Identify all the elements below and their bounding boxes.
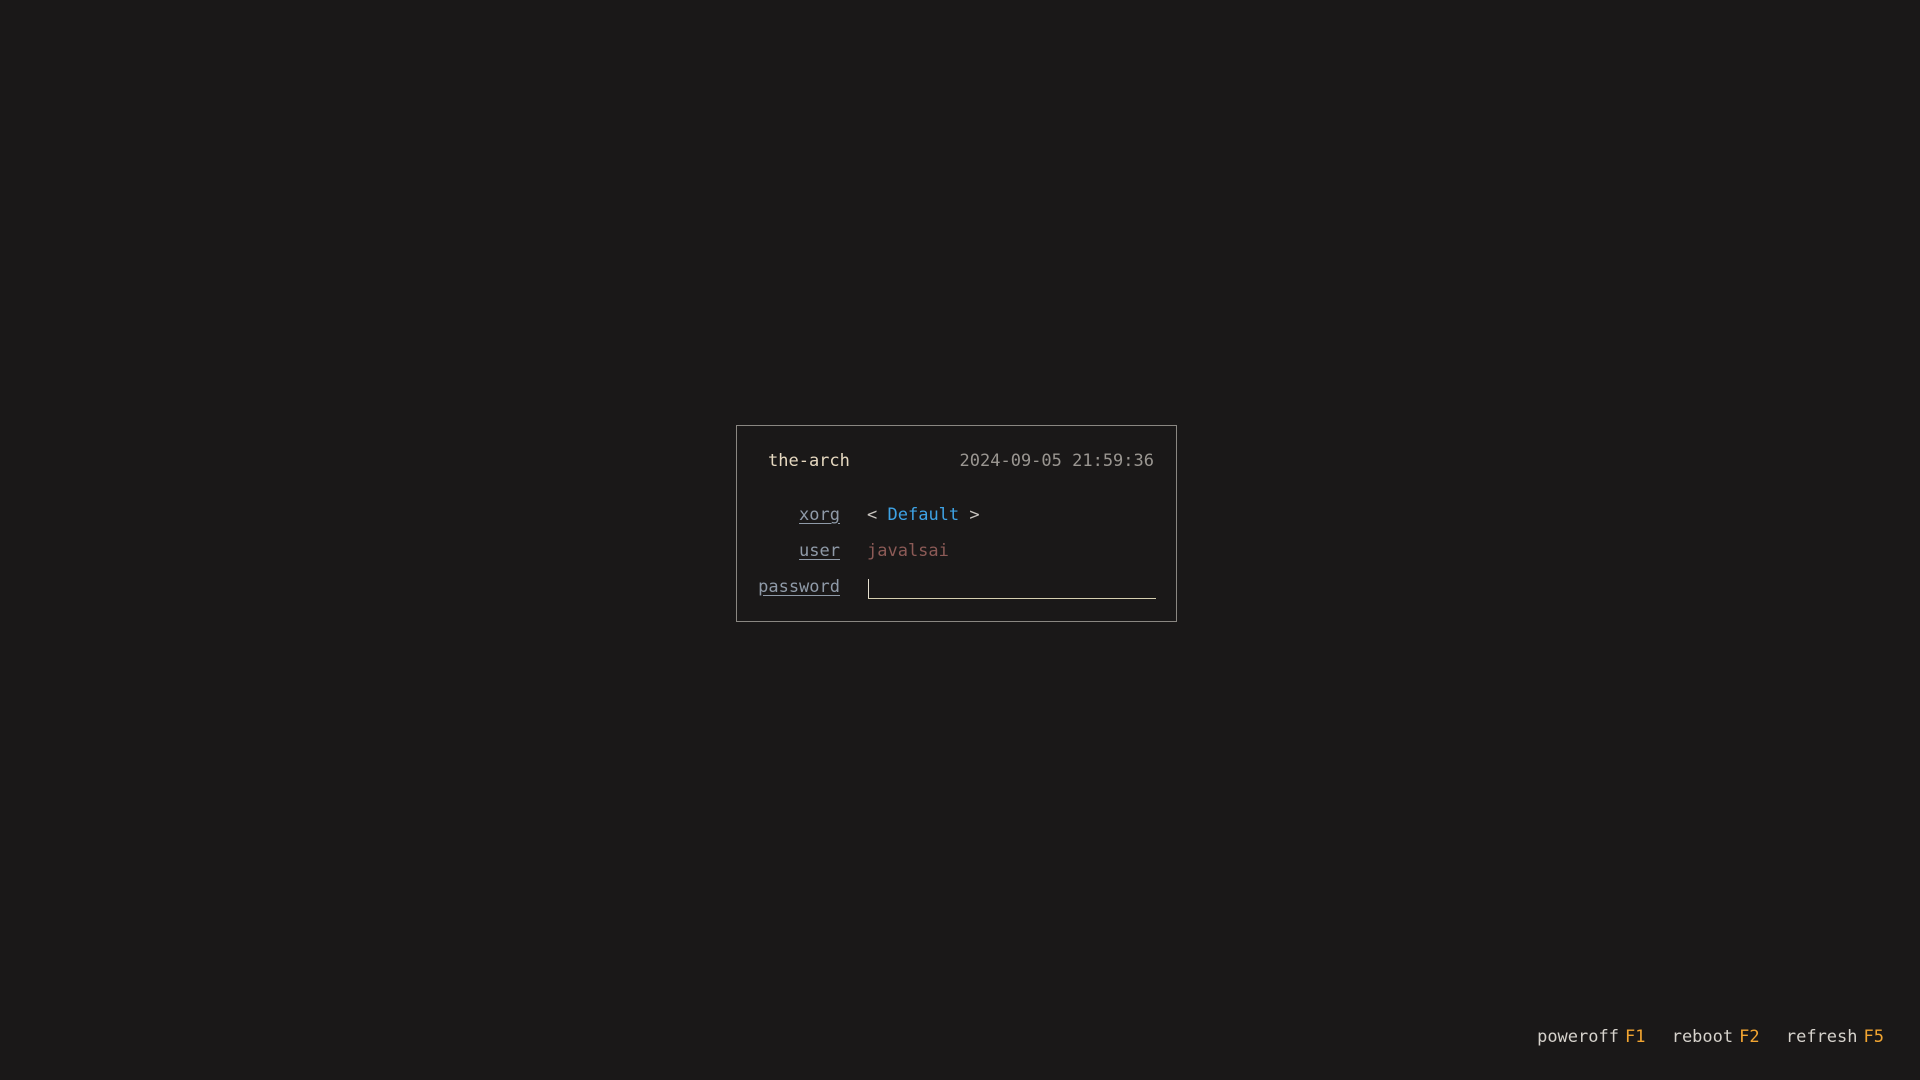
clock: 2024-09-05 21:59:36 — [959, 451, 1154, 471]
session-selector[interactable]: < Default > — [867, 505, 980, 525]
poweroff-label: poweroff — [1537, 1027, 1619, 1047]
refresh-action[interactable]: refresh F5 — [1786, 1027, 1884, 1047]
reboot-action[interactable]: reboot F2 — [1672, 1027, 1760, 1047]
user-label[interactable]: user — [799, 541, 840, 561]
user-value[interactable]: javalsai — [867, 541, 949, 561]
session-label[interactable]: xorg — [799, 505, 840, 525]
text-cursor — [868, 579, 869, 598]
login-screen: the-arch 2024-09-05 21:59:36 xorg < Defa… — [0, 0, 1920, 1080]
session-next-arrow[interactable]: > — [969, 505, 979, 525]
reboot-key: F2 — [1739, 1027, 1760, 1047]
reboot-label: reboot — [1671, 1027, 1734, 1047]
login-box: the-arch 2024-09-05 21:59:36 xorg < Defa… — [736, 425, 1177, 622]
session-value[interactable]: Default — [888, 505, 960, 525]
poweroff-action[interactable]: poweroff F1 — [1537, 1027, 1645, 1047]
poweroff-key: F1 — [1624, 1027, 1646, 1047]
password-label[interactable]: password — [758, 577, 840, 597]
hostname: the-arch — [768, 451, 850, 471]
session-prev-arrow[interactable]: < — [867, 505, 877, 525]
password-input[interactable] — [868, 577, 1156, 599]
power-actions-bar: poweroff F1 reboot F2 refresh F5 — [1521, 1027, 1884, 1047]
refresh-label: refresh — [1785, 1027, 1858, 1047]
refresh-key: F5 — [1863, 1027, 1884, 1047]
